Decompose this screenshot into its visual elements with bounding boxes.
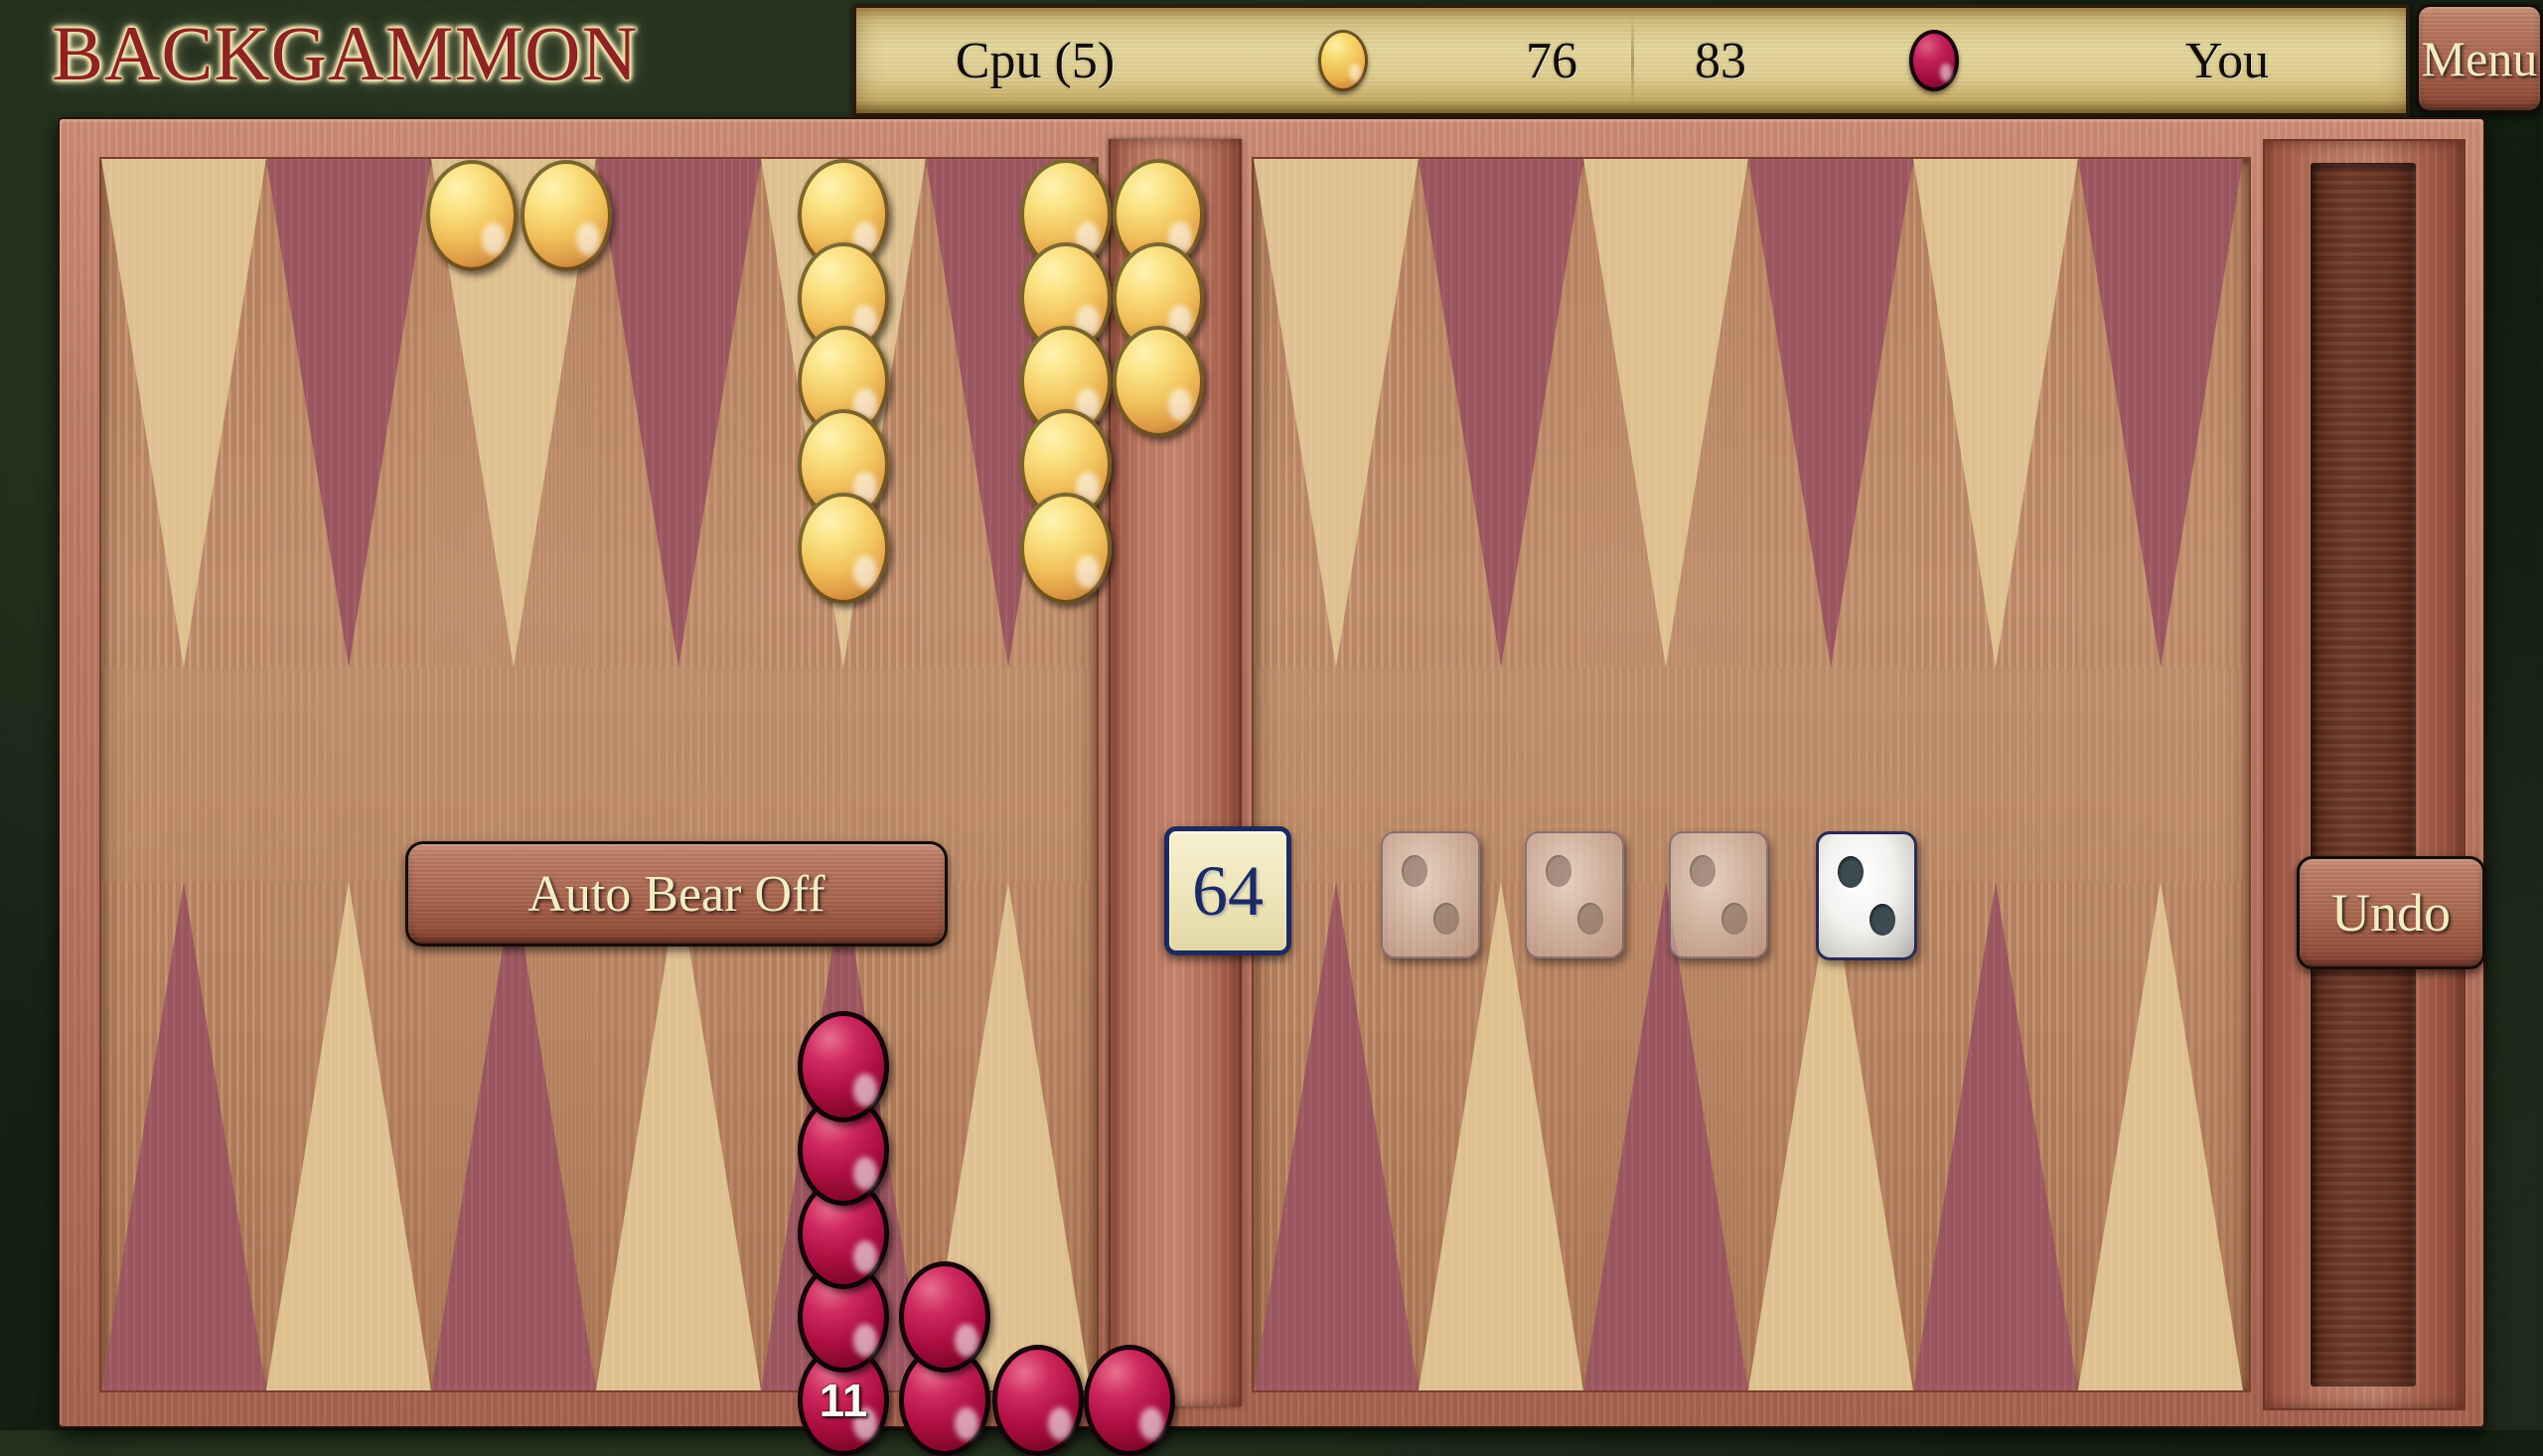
point-triangle [101, 882, 266, 1390]
left-bottom-point-4[interactable] [596, 882, 761, 1390]
point-triangle [1913, 159, 2078, 667]
checker-red[interactable] [899, 1261, 990, 1373]
die-1-value-2-used[interactable] [1381, 831, 1480, 958]
left-top-point-1[interactable] [101, 159, 266, 667]
bear-off-tray[interactable] [2263, 139, 2466, 1410]
auto-bear-off-button[interactable]: Auto Bear Off [405, 841, 948, 946]
right-bottom-point-6[interactable] [2078, 882, 2243, 1390]
point-triangle [266, 882, 431, 1390]
left-bottom-point-3[interactable] [431, 882, 596, 1390]
point-triangle [596, 882, 761, 1390]
die-pip [1690, 855, 1716, 887]
die-pip [1870, 904, 1895, 936]
point-triangle [596, 159, 761, 667]
status-bar: Cpu (5) 76 83 You [852, 4, 2410, 117]
opponent-checker-icon [1318, 30, 1368, 91]
right-top-point-5[interactable] [1913, 159, 2078, 667]
die-4-value-2-active[interactable] [1816, 831, 1917, 960]
checker-gold[interactable] [521, 160, 612, 271]
board-quadrant-right[interactable] [1252, 157, 2251, 1392]
checker-red[interactable] [992, 1345, 1084, 1456]
checker-gold[interactable] [798, 493, 889, 604]
right-top-point-1[interactable] [1254, 159, 1419, 667]
checker-gold[interactable] [1113, 326, 1204, 437]
checker-count-badge: 11 [819, 1375, 868, 1426]
point-triangle [431, 882, 596, 1390]
board-quadrant-left[interactable] [99, 157, 1099, 1392]
menu-button[interactable]: Menu [2416, 4, 2543, 113]
die-pip [1402, 855, 1427, 887]
checker-gold[interactable] [1020, 493, 1112, 604]
die-2-value-2-used[interactable] [1525, 831, 1624, 958]
checker-gold[interactable] [426, 160, 518, 271]
right-bottom-point-5[interactable] [1913, 882, 2078, 1390]
point-triangle [1254, 159, 1419, 667]
point-triangle [2078, 882, 2243, 1390]
left-bottom-point-2[interactable] [266, 882, 431, 1390]
point-triangle [1583, 159, 1748, 667]
point-triangle [2078, 159, 2243, 667]
top-bar: BACKGAMMON Cpu (5) 76 83 You Menu [0, 0, 2543, 117]
die-pip [1838, 856, 1864, 888]
die-pip [1577, 903, 1603, 935]
die-pip [1721, 903, 1747, 935]
left-bottom-point-1[interactable] [101, 882, 266, 1390]
undo-button[interactable]: Undo [2297, 856, 2485, 969]
right-top-point-3[interactable] [1583, 159, 1748, 667]
point-triangle [266, 159, 431, 667]
die-3-value-2-used[interactable] [1669, 831, 1768, 958]
right-top-point-2[interactable] [1419, 159, 1583, 667]
player-name-label: You [2184, 32, 2270, 89]
point-triangle [1748, 159, 1913, 667]
point-triangle [1419, 159, 1583, 667]
checker-red[interactable] [798, 1011, 889, 1122]
left-top-point-2[interactable] [266, 159, 431, 667]
opponent-pip-count: 76 [1526, 32, 1577, 89]
right-top-point-6[interactable] [2078, 159, 2243, 667]
point-triangle [1913, 882, 2078, 1390]
doubling-cube[interactable]: 64 [1164, 826, 1291, 955]
page-title: BACKGAMMON [52, 10, 639, 96]
player-pip-count: 83 [1695, 32, 1746, 89]
backgammon-board: Auto Bear Off Undo 64 11 [58, 117, 2485, 1456]
right-top-point-4[interactable] [1748, 159, 1913, 667]
die-pip [1546, 855, 1571, 887]
checker-red[interactable] [1084, 1345, 1175, 1456]
left-top-point-4[interactable] [596, 159, 761, 667]
point-triangle [101, 159, 266, 667]
opponent-name-label: Cpu (5) [955, 32, 1116, 89]
die-pip [1433, 903, 1459, 935]
player-checker-icon [1909, 30, 1959, 91]
bear-off-slot [2311, 163, 2416, 1386]
